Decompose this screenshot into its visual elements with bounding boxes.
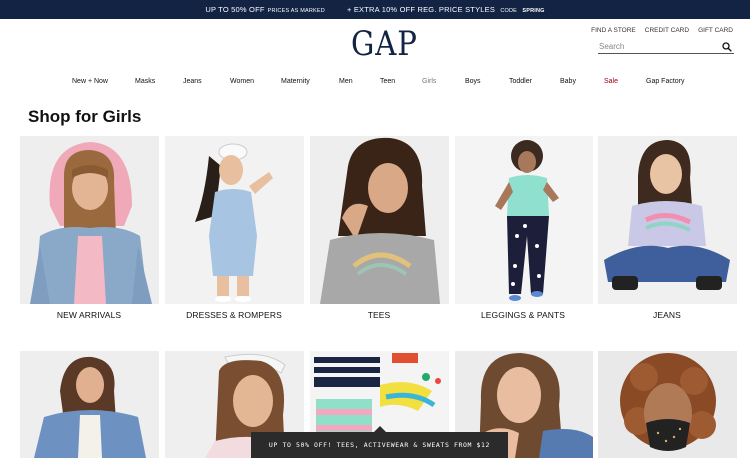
tees-image	[310, 136, 449, 304]
nav-sale[interactable]: Sale	[604, 78, 618, 85]
main-nav: New + Now Masks Jeans Women Maternity Me…	[0, 76, 750, 90]
nav-maternity[interactable]: Maternity	[281, 78, 310, 85]
nav-teen[interactable]: Teen	[380, 78, 395, 85]
promo-offer-1-text: UP TO 50% OFF	[205, 5, 265, 14]
category-tile-new-arrivals[interactable]	[20, 136, 159, 304]
category-tile-row2-5[interactable]	[598, 351, 737, 458]
category-label-dresses-rompers[interactable]: DRESSES & ROMPERS	[164, 310, 304, 320]
sticky-promo-banner[interactable]: UP TO 50% OFF! TEES, ACTIVEWEAR & SWEATS…	[251, 432, 508, 458]
new-arrivals-image	[20, 136, 159, 304]
promo-offer-2-text: + EXTRA 10% OFF REG. PRICE STYLES	[346, 5, 496, 14]
jeans-image	[598, 136, 737, 304]
nav-masks[interactable]: Masks	[135, 78, 155, 85]
nav-boys[interactable]: Boys	[465, 78, 481, 85]
category-label-leggings-pants[interactable]: LEGGINGS & PANTS	[453, 310, 593, 320]
nav-gap-factory[interactable]: Gap Factory	[646, 78, 685, 85]
row2-image-1	[20, 351, 159, 458]
nav-women[interactable]: Women	[230, 78, 254, 85]
promo-code-label: CODE	[500, 8, 518, 14]
page-title: Shop for Girls	[28, 107, 142, 126]
credit-card-link[interactable]: CREDIT CARD	[645, 27, 689, 34]
search-input[interactable]	[598, 42, 708, 51]
nav-new-now[interactable]: New + Now	[72, 78, 108, 85]
category-label-tees[interactable]: TEES	[309, 310, 449, 320]
category-label-jeans[interactable]: JEANS	[597, 310, 737, 320]
category-tile-tees[interactable]	[310, 136, 449, 304]
gift-card-link[interactable]: GIFT CARD	[698, 27, 733, 34]
dresses-rompers-image	[165, 136, 304, 304]
promo-offer-1[interactable]: UP TO 50% OFF PRICES AS MARKED	[205, 5, 325, 14]
category-tile-dresses-rompers[interactable]	[165, 136, 304, 304]
find-a-store-link[interactable]: FIND A STORE	[591, 27, 636, 34]
nav-men[interactable]: Men	[339, 78, 353, 85]
promo-offer-2[interactable]: + EXTRA 10% OFF REG. PRICE STYLES CODE S…	[347, 5, 545, 14]
category-tile-jeans[interactable]	[598, 136, 737, 304]
nav-baby[interactable]: Baby	[560, 78, 576, 85]
promo-bar[interactable]: UP TO 50% OFF PRICES AS MARKED + EXTRA 10…	[0, 0, 750, 19]
utility-links: FIND A STORE CREDIT CARD GIFT CARD	[591, 27, 733, 34]
category-tile-row2-1[interactable]	[20, 351, 159, 458]
category-label-new-arrivals[interactable]: NEW ARRIVALS	[19, 310, 159, 320]
nav-jeans[interactable]: Jeans	[183, 78, 202, 85]
category-tile-leggings-pants[interactable]	[455, 136, 593, 304]
promo-offer-1-note: PRICES AS MARKED	[267, 8, 325, 14]
search-icon[interactable]	[722, 41, 732, 52]
site-header: GAP FIND A STORE CREDIT CARD GIFT CARD	[0, 19, 750, 74]
promo-code: SPRING	[522, 8, 545, 14]
nav-girls[interactable]: Girls	[422, 78, 436, 85]
leggings-pants-image	[455, 136, 593, 304]
nav-toddler[interactable]: Toddler	[509, 78, 532, 85]
row2-image-5	[598, 351, 737, 458]
gap-logo[interactable]: GAP	[351, 27, 418, 61]
sticky-promo-text: UP TO 50% OFF! TEES, ACTIVEWEAR & SWEATS…	[268, 441, 491, 449]
search-box	[598, 40, 734, 54]
